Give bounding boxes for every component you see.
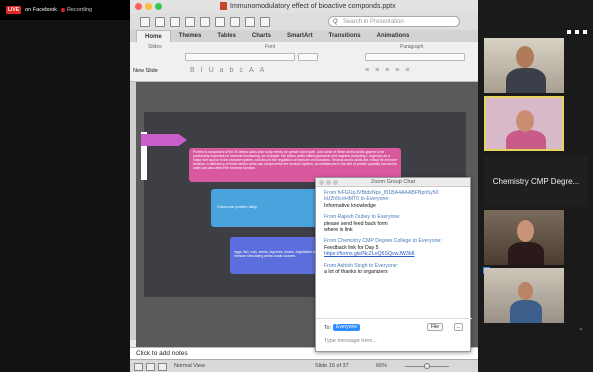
- paragraph-controls[interactable]: [365, 53, 465, 61]
- chat-title: Zoom Group Chat: [370, 179, 416, 185]
- participant-face: [516, 110, 534, 132]
- chevron-down-icon[interactable]: ⌄: [578, 324, 588, 332]
- redo-icon[interactable]: [260, 16, 270, 27]
- slide-position: Slide 15 of 37: [315, 363, 349, 369]
- normal-view-icon[interactable]: [134, 363, 143, 371]
- chat-header: Zoom Group Chat: [316, 178, 470, 187]
- alignment-buttons[interactable]: ≡≡≡≡≡: [365, 67, 415, 74]
- speaker-view-icon[interactable]: [583, 30, 587, 34]
- search-placeholder: Search in Presentation: [343, 19, 404, 25]
- message-body: a lot of thanks to organizers: [324, 269, 388, 276]
- chat-window-controls: [319, 180, 338, 185]
- participant-gallery: Chemistry CMP Degre... ♦ ⌄: [478, 0, 593, 372]
- chat-close-button[interactable]: [319, 180, 324, 185]
- window-title: Immunomodulatory effect of bioactive com…: [220, 2, 396, 10]
- feedback-form-link[interactable]: https://forms.gle/NcZLeQ6SQvwJW3b8: [324, 251, 415, 257]
- zoom-slider-handle[interactable]: [424, 363, 430, 369]
- participant-face: [518, 282, 533, 300]
- live-badge: LIVE: [6, 6, 22, 14]
- recording-label: Recording: [66, 7, 93, 13]
- participant-body: [506, 130, 546, 149]
- copy-icon[interactable]: [215, 16, 225, 27]
- participant-body: [508, 242, 544, 265]
- tab-animations[interactable]: Animations: [369, 30, 418, 42]
- close-window-button[interactable]: [135, 3, 142, 10]
- new-icon[interactable]: [140, 16, 150, 27]
- minimize-icon[interactable]: [567, 30, 571, 34]
- participant-video-4[interactable]: [484, 210, 564, 265]
- to-label: To:: [324, 325, 331, 331]
- slideshow-icon[interactable]: [158, 363, 167, 371]
- participant-video-1[interactable]: [484, 38, 564, 93]
- record-dot-icon: [60, 8, 65, 12]
- cut-icon[interactable]: [200, 16, 210, 27]
- templates-icon[interactable]: [155, 16, 165, 27]
- gallery-view-controls: [478, 26, 593, 38]
- text-format-buttons[interactable]: BIUabcAA: [190, 67, 270, 74]
- zoom-background: [0, 20, 130, 372]
- zoom-window-button[interactable]: [155, 3, 162, 10]
- chat-minimize-button[interactable]: [326, 180, 331, 185]
- recipient-select[interactable]: Everyone: [333, 324, 361, 331]
- chat-message: From Ashish Singh to Everyone: a lot of …: [324, 263, 462, 276]
- tab-home[interactable]: Home: [136, 30, 171, 42]
- participant-video-2-active[interactable]: [484, 96, 564, 151]
- minimize-window-button[interactable]: [145, 3, 152, 10]
- message-body: Informative knowledge: [324, 202, 376, 209]
- chat-messages[interactable]: From fvFGUpJVBtdsNps_f01BA4AAABFBpn5y50 …: [316, 187, 470, 283]
- slide-sorter-icon[interactable]: [146, 363, 155, 371]
- paste-icon[interactable]: [230, 16, 240, 27]
- chat-message: From Chemistry CMP Degree College to Eve…: [324, 238, 462, 257]
- message-text: Feedback link for Day 5: [324, 244, 379, 251]
- group-paragraph-label: Paragraph: [400, 44, 424, 50]
- participant-name-tile[interactable]: Chemistry CMP Degre...: [484, 155, 588, 207]
- slide-arrow-shape[interactable]: [141, 134, 187, 146]
- chat-message: From fvFGUpJVBtdsNps_f01BA4AAABFBpn5y50 …: [324, 190, 462, 209]
- live-banner: LIVE on Facebook Recording: [0, 0, 130, 20]
- facebook-label: on Facebook: [25, 7, 57, 13]
- search-icon: Q: [333, 19, 338, 25]
- status-bar: Normal View Slide 15 of 37 66%: [130, 359, 478, 372]
- message-body: please send feed back form where is link: [324, 220, 388, 234]
- zoom-level: 66%: [376, 363, 388, 369]
- tab-themes[interactable]: Themes: [171, 30, 210, 42]
- window-title-text: Immunomodulatory effect of bioactive com…: [230, 2, 396, 10]
- chat-message: From Rajesh Dubey to Everyone: please se…: [324, 214, 462, 233]
- tab-transitions[interactable]: Transitions: [321, 30, 369, 42]
- participant-body: [506, 68, 546, 93]
- participant-video-5[interactable]: [484, 268, 564, 323]
- group-font-label: Font: [265, 44, 276, 50]
- participant-face: [516, 46, 534, 68]
- tab-smartart[interactable]: SmartArt: [279, 30, 321, 42]
- title-bar: Immunomodulatory effect of bioactive com…: [130, 0, 478, 13]
- gallery-view-icon[interactable]: [575, 30, 579, 34]
- font-name-select[interactable]: [185, 53, 295, 61]
- participant-face: [517, 220, 534, 242]
- chat-composer: To: Everyone File ... Type message here.…: [316, 318, 472, 353]
- print-icon[interactable]: [185, 16, 195, 27]
- chat-zoom-button[interactable]: [333, 180, 338, 185]
- font-size-select[interactable]: [298, 53, 318, 61]
- pptx-file-icon: [220, 2, 227, 10]
- message-sender: From fvFGUpJVBtdsNps_f01BA4AAABFBpn5y50 …: [324, 190, 439, 203]
- tab-charts[interactable]: Charts: [244, 30, 279, 42]
- consume-protein-box[interactable]: Consume protein daily.: [211, 189, 331, 227]
- file-button[interactable]: File: [427, 323, 444, 331]
- more-options-button[interactable]: ...: [454, 323, 463, 331]
- message-body: Feedback link for Day 5 https://forms.gl…: [324, 245, 462, 258]
- group-slides-label: Slides: [148, 44, 162, 50]
- participant-body: [510, 300, 542, 323]
- ribbon-panel: Slides Font Paragraph New Slide BIUabcAA…: [130, 42, 478, 82]
- recording-indicator: Recording: [60, 7, 93, 13]
- search-input[interactable]: Q Search in Presentation: [328, 16, 460, 27]
- chat-message-input[interactable]: Type message here...: [324, 338, 377, 344]
- new-slide-button[interactable]: New Slide: [133, 68, 158, 74]
- tab-tables[interactable]: Tables: [209, 30, 244, 42]
- view-label: Normal View: [174, 363, 206, 369]
- save-icon[interactable]: [170, 16, 180, 27]
- zoom-group-chat: Zoom Group Chat From fvFGUpJVBtdsNps_f01…: [315, 177, 472, 353]
- ribbon-tabs: Home Themes Tables Charts SmartArt Trans…: [130, 30, 478, 42]
- undo-icon[interactable]: [245, 16, 255, 27]
